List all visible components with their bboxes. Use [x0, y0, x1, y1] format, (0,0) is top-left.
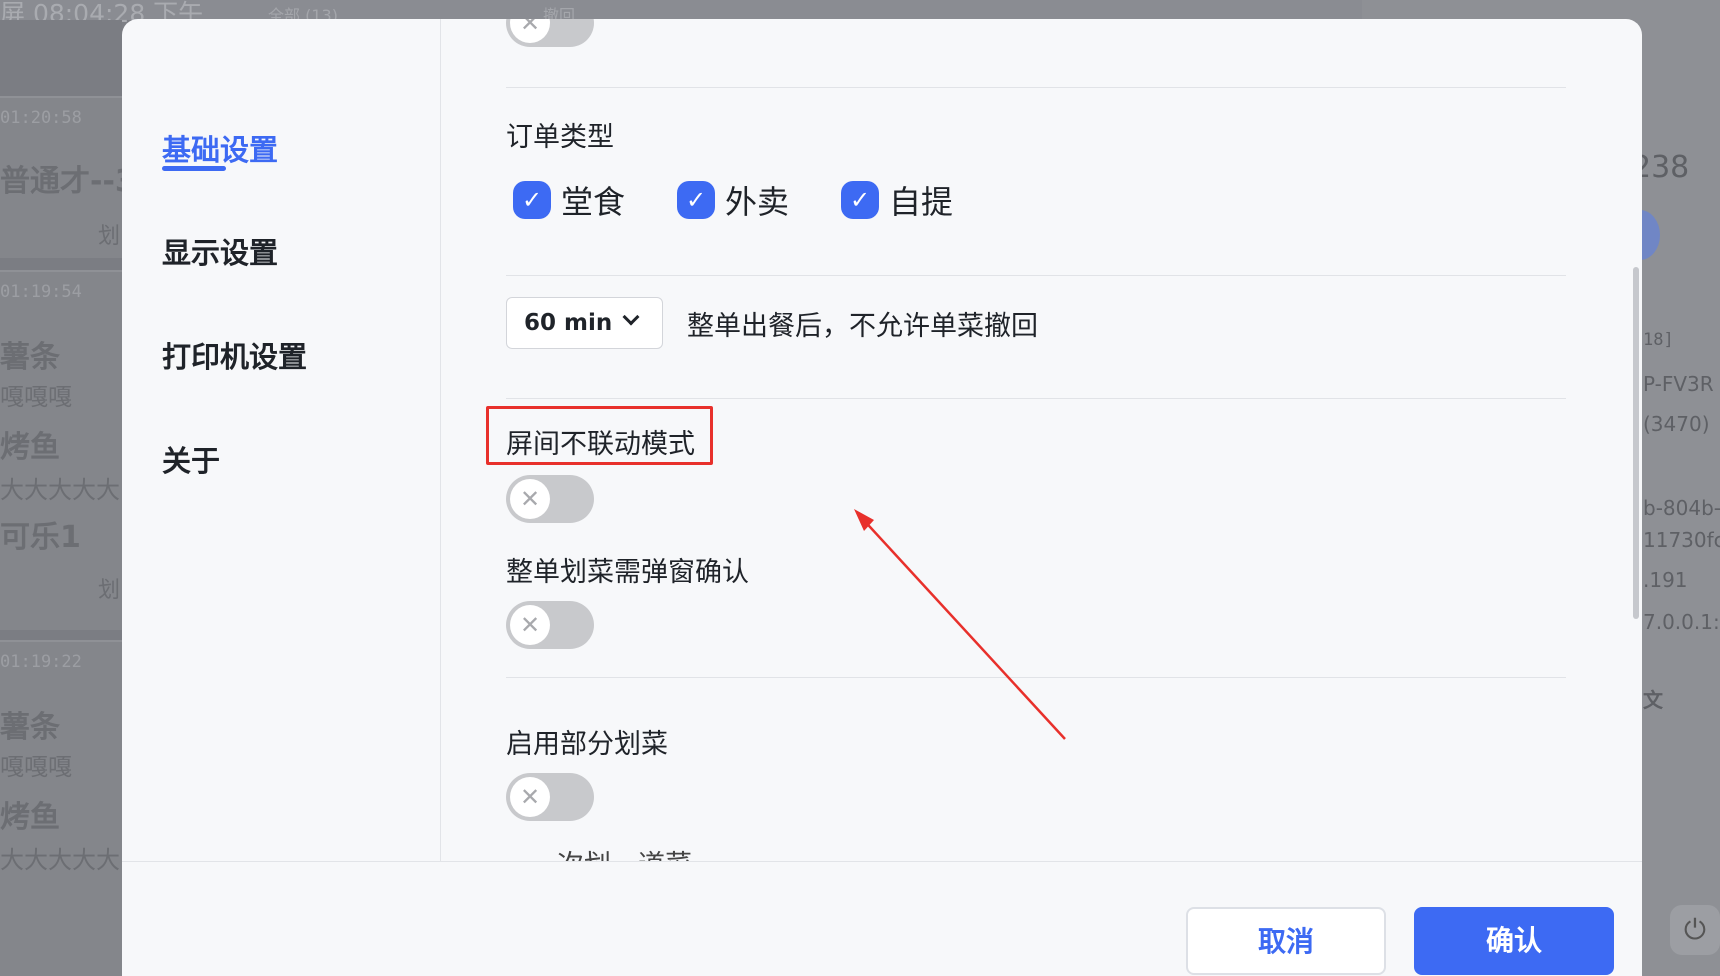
chevron-down-icon	[622, 308, 640, 326]
sidebar-item-printer-settings[interactable]: 打印机设置	[162, 334, 307, 376]
settings-dialog: 基础设置 显示设置 打印机设置 关于 ✕ 订单类型 ✓ 堂食 ✓ 外卖 ✓ 自提	[122, 19, 1642, 976]
background-info-text: (3470)	[1643, 412, 1710, 436]
background-order-column: 01:20:58 普通才--3 划 01:19:54 薯条 嘎嘎嘎 烤鱼 大大大…	[0, 20, 136, 976]
background-order-sub: 大大大大大	[0, 476, 120, 504]
content-scrollbar[interactable]	[1633, 267, 1639, 619]
sidebar-item-basic-settings[interactable]: 基础设置	[162, 127, 278, 169]
background-order-sub: 大大大大大	[0, 846, 120, 874]
divider	[506, 677, 1566, 678]
background-info-text: P-FV3R	[1643, 372, 1714, 396]
check-icon: ✓	[513, 181, 551, 219]
partial-mark-toggle[interactable]: ✕	[506, 773, 594, 821]
background-info-text: .191	[1643, 568, 1688, 592]
background-order-title: 烤鱼	[0, 800, 60, 835]
background-order-card: 01:19:54 薯条 嘎嘎嘎 烤鱼 大大大大大 可乐1 划	[0, 270, 122, 630]
background-order-card: 01:19:22 薯条 嘎嘎嘎 烤鱼 大大大大大	[0, 640, 122, 976]
background-order-title: 薯条	[0, 340, 60, 375]
background-order-title: 可乐1	[0, 520, 81, 555]
withdraw-time-description: 整单出餐后，不允许单菜撤回	[687, 311, 1038, 342]
toggle-switch[interactable]: ✕	[506, 19, 594, 47]
checkbox-label: 外卖	[725, 183, 790, 221]
screen-unlinked-mode-toggle[interactable]: ✕	[506, 475, 594, 523]
check-icon: ✓	[677, 181, 715, 219]
whole-order-confirm-label: 整单划菜需弹窗确认	[506, 557, 749, 588]
background-info-text: b-804b-	[1643, 496, 1720, 520]
background-order-action: 划	[98, 224, 121, 249]
checkbox-delivery[interactable]: ✓ 外卖	[677, 180, 790, 221]
background-info-text: 7.0.0.1:8	[1643, 610, 1720, 634]
order-type-label: 订单类型	[506, 122, 614, 153]
background-order-action: 划	[98, 578, 121, 603]
annotation-highlight-box	[486, 406, 713, 465]
divider	[506, 87, 1566, 88]
power-icon: ⏻	[1670, 905, 1720, 955]
background-order-title: 烤鱼	[0, 430, 60, 465]
settings-sidebar: 基础设置 显示设置 打印机设置 关于	[122, 19, 441, 861]
checkbox-label: 自提	[889, 183, 954, 221]
checkbox-pickup[interactable]: ✓ 自提	[841, 180, 954, 221]
partial-mark-label: 启用部分划菜	[506, 729, 668, 760]
close-icon: ✕	[510, 777, 550, 817]
divider	[506, 275, 1566, 276]
background-info-text: 文	[1643, 688, 1663, 712]
dialog-footer: 取消 确认	[122, 861, 1642, 976]
withdraw-time-select[interactable]: 60 min	[506, 297, 663, 349]
active-tab-indicator	[162, 166, 226, 171]
close-icon: ✕	[510, 19, 550, 43]
annotation-arrow-line	[858, 514, 1066, 740]
cancel-button[interactable]: 取消	[1186, 907, 1386, 975]
background-order-title: 普通才--3	[0, 164, 136, 199]
background-order-time: 01:20:58	[0, 108, 82, 128]
close-icon: ✕	[510, 605, 550, 645]
background-order-sub: 嘎嘎嘎	[0, 383, 72, 411]
whole-order-confirm-toggle[interactable]: ✕	[506, 601, 594, 649]
background-topbar: 屏 08:04:28 下午 全部 (13) 撤回	[0, 0, 1362, 28]
partial-mark-option-label: 一次划一道菜	[530, 843, 692, 861]
divider	[506, 398, 1566, 399]
annotation-arrow-head	[854, 509, 874, 531]
background-order-time: 01:19:22	[0, 652, 82, 672]
sidebar-item-display-settings[interactable]: 显示设置	[162, 230, 278, 272]
background-info-text: 18]	[1643, 330, 1674, 350]
background-order-sub: 嘎嘎嘎	[0, 753, 72, 781]
background-order-time: 01:19:54	[0, 282, 82, 302]
checkbox-dine-in[interactable]: ✓ 堂食	[513, 180, 626, 221]
select-value: 60 min	[524, 310, 613, 336]
background-order-card: 01:20:58 普通才--3 划	[0, 96, 136, 258]
background-info-text: 11730fc	[1643, 528, 1720, 552]
check-icon: ✓	[841, 181, 879, 219]
confirm-button[interactable]: 确认	[1414, 907, 1614, 975]
checkbox-label: 堂食	[561, 183, 626, 221]
sidebar-item-about[interactable]: 关于	[162, 438, 220, 480]
close-icon: ✕	[510, 479, 550, 519]
background-order-title: 薯条	[0, 710, 60, 745]
settings-content: ✕ 订单类型 ✓ 堂食 ✓ 外卖 ✓ 自提 60 min 整单出餐后，不允许单菜…	[442, 19, 1642, 861]
